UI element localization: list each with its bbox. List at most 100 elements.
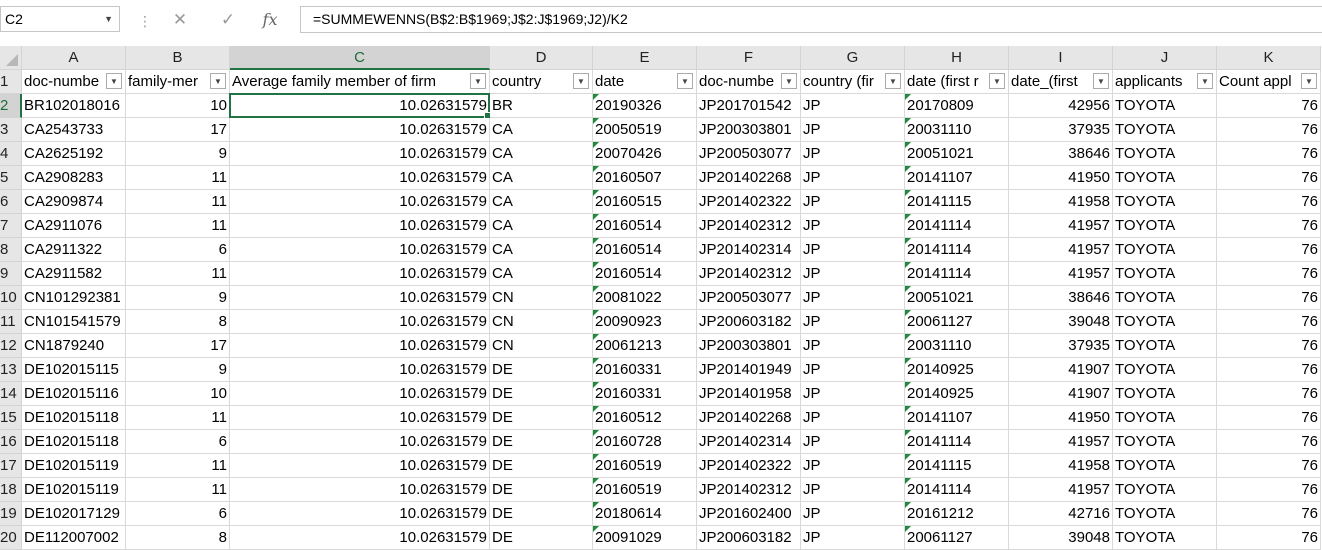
cell-d13[interactable]: DE xyxy=(490,358,593,382)
header-cell-j[interactable]: applicants ▼ xyxy=(1113,70,1217,94)
cell-a14[interactable]: DE102015116 xyxy=(22,382,126,406)
cell-i19[interactable]: 42716 xyxy=(1009,502,1113,526)
cell-f12[interactable]: JP200303801 xyxy=(697,334,801,358)
cell-g19[interactable]: JP xyxy=(801,502,905,526)
cell-e18[interactable]: 20160519 xyxy=(593,478,697,502)
cell-c20[interactable]: 10.02631579 xyxy=(230,526,490,550)
cell-i20[interactable]: 39048 xyxy=(1009,526,1113,550)
cell-e12[interactable]: 20061213 xyxy=(593,334,697,358)
error-indicator-icon[interactable] xyxy=(905,118,911,124)
filter-dropdown-icon[interactable]: ▼ xyxy=(677,73,693,89)
cell-a7[interactable]: CA2911076 xyxy=(22,214,126,238)
cell-f9[interactable]: JP201402312 xyxy=(697,262,801,286)
cell-b19[interactable]: 6 xyxy=(126,502,230,526)
error-indicator-icon[interactable] xyxy=(593,94,599,100)
chevron-down-icon[interactable]: ▼ xyxy=(104,7,113,31)
cell-c8[interactable]: 10.02631579 xyxy=(230,238,490,262)
error-indicator-icon[interactable] xyxy=(593,334,599,340)
filter-dropdown-icon[interactable]: ▼ xyxy=(1093,73,1109,89)
header-cell-d[interactable]: country ▼ xyxy=(490,70,593,94)
header-cell-k[interactable]: Count appl ▼ xyxy=(1217,70,1321,94)
column-header-h[interactable]: H xyxy=(905,46,1009,70)
error-indicator-icon[interactable] xyxy=(593,238,599,244)
cell-c16[interactable]: 10.02631579 xyxy=(230,430,490,454)
cell-h2[interactable]: 20170809 xyxy=(905,94,1009,118)
cell-j5[interactable]: TOYOTA xyxy=(1113,166,1217,190)
cell-c9[interactable]: 10.02631579 xyxy=(230,262,490,286)
row-header-9[interactable]: 9 xyxy=(0,262,22,286)
cell-d17[interactable]: DE xyxy=(490,454,593,478)
cell-i8[interactable]: 41957 xyxy=(1009,238,1113,262)
error-indicator-icon[interactable] xyxy=(593,406,599,412)
cell-h10[interactable]: 20051021 xyxy=(905,286,1009,310)
cell-j19[interactable]: TOYOTA xyxy=(1113,502,1217,526)
column-header-j[interactable]: J xyxy=(1113,46,1217,70)
cell-b18[interactable]: 11 xyxy=(126,478,230,502)
row-header-17[interactable]: 17 xyxy=(0,454,22,478)
cell-d19[interactable]: DE xyxy=(490,502,593,526)
error-indicator-icon[interactable] xyxy=(593,502,599,508)
row-header-16[interactable]: 16 xyxy=(0,430,22,454)
cell-c4[interactable]: 10.02631579 xyxy=(230,142,490,166)
row-header-7[interactable]: 7 xyxy=(0,214,22,238)
cell-b12[interactable]: 17 xyxy=(126,334,230,358)
filter-dropdown-icon[interactable]: ▼ xyxy=(1197,73,1213,89)
cell-d7[interactable]: CA xyxy=(490,214,593,238)
cell-f11[interactable]: JP200603182 xyxy=(697,310,801,334)
cell-e4[interactable]: 20070426 xyxy=(593,142,697,166)
cell-f6[interactable]: JP201402322 xyxy=(697,190,801,214)
cell-b11[interactable]: 8 xyxy=(126,310,230,334)
cell-k20[interactable]: 76 xyxy=(1217,526,1321,550)
cell-g3[interactable]: JP xyxy=(801,118,905,142)
cell-g18[interactable]: JP xyxy=(801,478,905,502)
cell-j12[interactable]: TOYOTA xyxy=(1113,334,1217,358)
header-cell-b[interactable]: family-mer ▼ xyxy=(126,70,230,94)
error-indicator-icon[interactable] xyxy=(593,526,599,532)
cell-d3[interactable]: CA xyxy=(490,118,593,142)
cell-j15[interactable]: TOYOTA xyxy=(1113,406,1217,430)
cell-c7[interactable]: 10.02631579 xyxy=(230,214,490,238)
cell-h8[interactable]: 20141114 xyxy=(905,238,1009,262)
row-header-6[interactable]: 6 xyxy=(0,190,22,214)
cell-j2[interactable]: TOYOTA xyxy=(1113,94,1217,118)
error-indicator-icon[interactable] xyxy=(905,406,911,412)
cell-k19[interactable]: 76 xyxy=(1217,502,1321,526)
cell-g15[interactable]: JP xyxy=(801,406,905,430)
filter-dropdown-icon[interactable]: ▼ xyxy=(885,73,901,89)
cell-b13[interactable]: 9 xyxy=(126,358,230,382)
cell-g4[interactable]: JP xyxy=(801,142,905,166)
row-header-14[interactable]: 14 xyxy=(0,382,22,406)
cell-h18[interactable]: 20141114 xyxy=(905,478,1009,502)
cell-k4[interactable]: 76 xyxy=(1217,142,1321,166)
cancel-icon[interactable]: ✕ xyxy=(166,8,194,32)
column-header-a[interactable]: A xyxy=(22,46,126,70)
cell-e20[interactable]: 20091029 xyxy=(593,526,697,550)
row-header-20[interactable]: 20 xyxy=(0,526,22,550)
cell-a9[interactable]: CA2911582 xyxy=(22,262,126,286)
cell-c14[interactable]: 10.02631579 xyxy=(230,382,490,406)
cell-j6[interactable]: TOYOTA xyxy=(1113,190,1217,214)
cell-c15[interactable]: 10.02631579 xyxy=(230,406,490,430)
cell-i5[interactable]: 41950 xyxy=(1009,166,1113,190)
row-header-3[interactable]: 3 xyxy=(0,118,22,142)
cell-a2[interactable]: BR102018016 xyxy=(22,94,126,118)
error-indicator-icon[interactable] xyxy=(593,358,599,364)
cell-d12[interactable]: CN xyxy=(490,334,593,358)
cell-c12[interactable]: 10.02631579 xyxy=(230,334,490,358)
cell-b7[interactable]: 11 xyxy=(126,214,230,238)
cell-d18[interactable]: DE xyxy=(490,478,593,502)
cell-d9[interactable]: CA xyxy=(490,262,593,286)
error-indicator-icon[interactable] xyxy=(593,142,599,148)
cell-j18[interactable]: TOYOTA xyxy=(1113,478,1217,502)
cell-f20[interactable]: JP200603182 xyxy=(697,526,801,550)
cell-k12[interactable]: 76 xyxy=(1217,334,1321,358)
cell-c11[interactable]: 10.02631579 xyxy=(230,310,490,334)
error-indicator-icon[interactable] xyxy=(905,214,911,220)
cell-h9[interactable]: 20141114 xyxy=(905,262,1009,286)
cell-a5[interactable]: CA2908283 xyxy=(22,166,126,190)
cell-d16[interactable]: DE xyxy=(490,430,593,454)
select-all-button[interactable] xyxy=(0,46,22,70)
cell-h17[interactable]: 20141115 xyxy=(905,454,1009,478)
cell-k2[interactable]: 76 xyxy=(1217,94,1321,118)
cell-f3[interactable]: JP200303801 xyxy=(697,118,801,142)
